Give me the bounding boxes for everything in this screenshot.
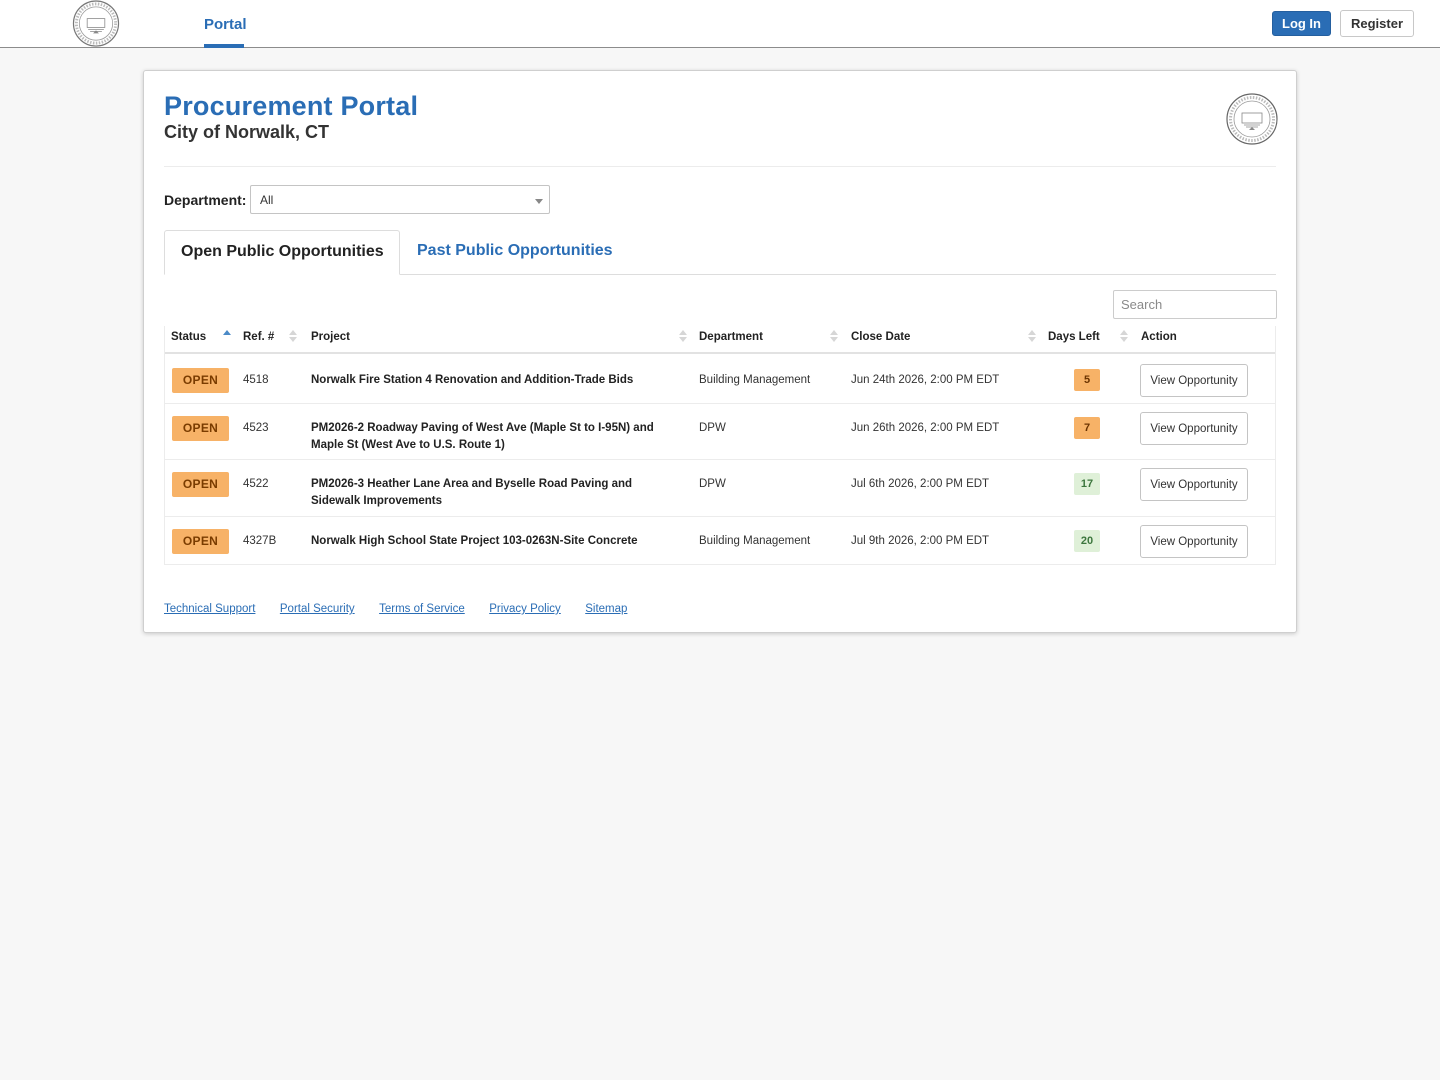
- sort-arrows-icon[interactable]: [1120, 329, 1128, 345]
- department-select[interactable]: All: [250, 185, 550, 214]
- sort-arrows-icon[interactable]: [289, 329, 297, 345]
- department-select-value: All: [260, 193, 274, 207]
- days-left-badge: 5: [1074, 369, 1100, 391]
- status-badge: OPEN: [172, 472, 229, 497]
- view-opportunity-button[interactable]: View Opportunity: [1140, 412, 1248, 445]
- department-name: DPW: [699, 422, 726, 434]
- status-badge: OPEN: [172, 529, 229, 554]
- footer-link-sitemap[interactable]: Sitemap: [585, 603, 627, 615]
- table-row: OPEN 4522 PM2026-3 Heather Lane Area and…: [165, 460, 1275, 517]
- main-card: Procurement Portal City of Norwalk, CT D…: [143, 70, 1297, 633]
- column-header-status[interactable]: Status: [171, 331, 206, 343]
- register-button[interactable]: Register: [1340, 10, 1414, 37]
- search-input[interactable]: [1113, 290, 1277, 319]
- department-label: Department:: [164, 192, 247, 208]
- chevron-down-icon: [535, 199, 543, 204]
- view-opportunity-button[interactable]: View Opportunity: [1140, 364, 1248, 397]
- table-row: OPEN 4327B Norwalk High School State Pro…: [165, 517, 1275, 564]
- opportunities-table: Status Ref. # Project Department Close D…: [164, 326, 1276, 565]
- table-row: OPEN 4518 Norwalk Fire Station 4 Renovat…: [165, 356, 1275, 404]
- active-nav-indicator: [204, 44, 244, 48]
- ref-number: 4523: [243, 422, 269, 434]
- department-name: Building Management: [699, 374, 811, 386]
- close-date: Jun 26th 2026, 2:00 PM EDT: [851, 422, 1000, 434]
- days-left-badge: 7: [1074, 417, 1100, 439]
- city-seal-icon: [1226, 93, 1278, 145]
- close-date: Jun 24th 2026, 2:00 PM EDT: [851, 374, 1000, 386]
- login-button[interactable]: Log In: [1272, 11, 1331, 36]
- project-name: Norwalk Fire Station 4 Renovation and Ad…: [311, 374, 634, 386]
- close-date: Jul 6th 2026, 2:00 PM EDT: [851, 478, 990, 490]
- project-name: PM2026-2 Roadway Paving of West Ave (Map…: [311, 422, 654, 451]
- tab-open-opportunities[interactable]: Open Public Opportunities: [164, 230, 400, 275]
- ref-number: 4327B: [243, 535, 277, 547]
- column-header-days-left[interactable]: Days Left: [1048, 331, 1100, 343]
- status-badge: OPEN: [172, 368, 229, 393]
- footer-links: Technical Support Portal Security Terms …: [164, 599, 647, 617]
- nav-portal-link[interactable]: Portal: [204, 0, 247, 48]
- days-left-badge: 20: [1074, 530, 1100, 552]
- view-opportunity-button[interactable]: View Opportunity: [1140, 525, 1248, 558]
- footer-link-portal-security[interactable]: Portal Security: [280, 603, 355, 615]
- header-divider: [164, 166, 1276, 167]
- column-header-ref[interactable]: Ref. #: [243, 331, 274, 343]
- close-date: Jul 9th 2026, 2:00 PM EDT: [851, 535, 990, 547]
- sort-arrows-icon[interactable]: [830, 329, 838, 345]
- column-header-department[interactable]: Department: [699, 331, 763, 343]
- project-name: Norwalk High School State Project 103-02…: [311, 535, 638, 547]
- footer-link-privacy-policy[interactable]: Privacy Policy: [489, 603, 561, 615]
- page-title: Procurement Portal: [164, 91, 419, 121]
- table-row: OPEN 4523 PM2026-2 Roadway Paving of Wes…: [165, 404, 1275, 460]
- ref-number: 4522: [243, 478, 269, 490]
- footer-link-technical-support[interactable]: Technical Support: [164, 603, 255, 615]
- sort-asc-icon[interactable]: [223, 329, 231, 345]
- tab-past-opportunities[interactable]: Past Public Opportunities: [417, 242, 613, 260]
- column-header-project[interactable]: Project: [311, 331, 350, 343]
- top-nav: Portal Log In Register: [0, 0, 1440, 48]
- column-header-action: Action: [1141, 331, 1177, 343]
- project-name: PM2026-3 Heather Lane Area and Byselle R…: [311, 478, 633, 507]
- sort-arrows-icon[interactable]: [1028, 329, 1036, 345]
- view-opportunity-button[interactable]: View Opportunity: [1140, 468, 1248, 501]
- city-seal-icon[interactable]: [71, 0, 121, 49]
- status-badge: OPEN: [172, 416, 229, 441]
- sort-arrows-icon[interactable]: [679, 329, 687, 345]
- department-name: DPW: [699, 478, 726, 490]
- table-header: Status Ref. # Project Department Close D…: [165, 326, 1275, 354]
- page-subtitle: City of Norwalk, CT: [164, 122, 330, 142]
- column-header-close-date[interactable]: Close Date: [851, 331, 910, 343]
- days-left-badge: 17: [1074, 473, 1100, 495]
- ref-number: 4518: [243, 374, 269, 386]
- footer-link-terms-of-service[interactable]: Terms of Service: [379, 603, 465, 615]
- department-name: Building Management: [699, 535, 811, 547]
